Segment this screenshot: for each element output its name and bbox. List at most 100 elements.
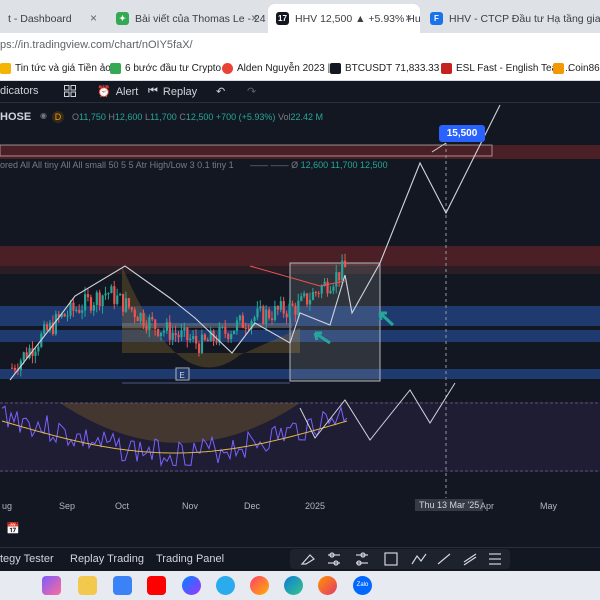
alert-button[interactable]: ⏰ Alert: [97, 85, 139, 99]
trading-panel-tab[interactable]: Trading Panel: [156, 553, 224, 565]
candle-body: [22, 352, 25, 361]
redo-icon[interactable]: ↷: [247, 85, 256, 98]
bookmark-label: BTCUSDT 71,833.33 ...: [345, 63, 451, 74]
candle-body: [157, 328, 160, 336]
indicators-button[interactable]: dicators: [0, 85, 39, 97]
candle-body: [84, 294, 87, 311]
tab-24hmoney[interactable]: ✦ Bài viết của Thomas Le - 24HM ×: [108, 4, 266, 33]
telegram-icon[interactable]: [216, 576, 235, 595]
eraser-icon[interactable]: [300, 554, 315, 565]
copilot-icon[interactable]: [42, 576, 61, 595]
time-axis[interactable]: ug Sep Oct Nov Dec 2025 Thu 13 Mar '25 A…: [0, 498, 600, 514]
bookmark-icon: [0, 63, 11, 74]
candle-body: [86, 294, 90, 298]
close-icon[interactable]: ×: [251, 11, 258, 25]
candle-body: [276, 306, 280, 310]
firefox-icon[interactable]: [318, 576, 337, 595]
candle-body: [122, 293, 125, 312]
zalo-icon[interactable]: Zalo: [353, 576, 372, 595]
undo-icon[interactable]: ↶: [216, 85, 225, 98]
ohlc-values: O11,750 H12,600 L11,700 C12,500 +700 (+5…: [72, 112, 323, 122]
bookmark-item[interactable]: ESL Fast - English Teac...: [441, 63, 571, 74]
bookmark-icon: [330, 63, 341, 74]
candle-body: [297, 300, 300, 315]
axis-label: 2025: [305, 501, 326, 511]
file-explorer-icon[interactable]: [78, 576, 97, 595]
candle-body: [256, 308, 259, 318]
bookmark-item[interactable]: Alden Nguyễn 2023 | ...: [222, 63, 341, 74]
close-icon[interactable]: ×: [405, 11, 412, 25]
eye-icon[interactable]: ◉: [40, 111, 47, 120]
bookmark-icon: [110, 63, 121, 74]
candle-body: [335, 272, 338, 287]
candle-body: [162, 330, 166, 333]
bookmark-item[interactable]: BTCUSDT 71,833.33 ...: [330, 63, 450, 74]
candle-body: [92, 305, 95, 311]
sliders-icon[interactable]: [356, 552, 368, 566]
tab-dashboard[interactable]: t - Dashboard ×: [0, 4, 105, 33]
tab-hhv-company[interactable]: F HHV - CTCP Đầu tư Hạ tầng gia: [422, 4, 600, 33]
bookmark-item[interactable]: Coin86 -: [553, 63, 600, 74]
axis-label: May: [540, 501, 558, 511]
tradingview-logo-icon: 17: [276, 12, 289, 25]
bookmark-item[interactable]: Tin tức và giá Tiền ảo ...: [0, 63, 122, 74]
path-tool-icon[interactable]: [411, 553, 427, 565]
alert-label: Alert: [115, 85, 139, 98]
replay-label: Replay: [162, 85, 198, 98]
candle-body: [165, 322, 169, 331]
candle-body: [344, 260, 347, 268]
adjust-icon[interactable]: [328, 552, 340, 566]
candle-body: [189, 338, 192, 341]
trend-line-tool-icon[interactable]: [437, 553, 451, 565]
axis-label: Sep: [59, 501, 76, 511]
target-price-label[interactable]: 15,500: [439, 125, 485, 142]
candle-body: [72, 302, 75, 311]
indicator-legend[interactable]: ored All All tiny All All small 50 5 5 A…: [0, 160, 388, 170]
layout-icon[interactable]: [64, 85, 76, 97]
favicon-icon: F: [430, 12, 443, 25]
candle-body: [63, 313, 66, 317]
candle-body: [291, 303, 294, 306]
candle-body: [148, 316, 151, 331]
indicator-values-prefix: —— —— Ø: [250, 160, 301, 170]
bookmark-icon: [222, 63, 233, 74]
candle-body: [192, 335, 195, 339]
candle-body: [89, 297, 93, 311]
tab-tradingview[interactable]: 17 HHV 12,500 ▲ +5.93% Huy Le ×: [268, 4, 420, 33]
candle-body: [69, 302, 72, 316]
candle-body: [303, 293, 306, 297]
candle-body: [282, 301, 285, 314]
rectangle-tool-icon[interactable]: [384, 552, 398, 566]
candle-body: [177, 335, 180, 338]
candle-body: [329, 290, 332, 294]
candle-body: [308, 299, 312, 305]
selection-box[interactable]: [289, 262, 381, 382]
fib-icon[interactable]: [489, 553, 501, 565]
candle-body: [224, 326, 227, 334]
replay-button[interactable]: ⏮ Replay: [148, 85, 197, 98]
candle-body: [200, 334, 204, 353]
bookmark-item[interactable]: 6 bước đầu tư Crypto ...: [110, 63, 232, 74]
candle-body: [98, 292, 101, 307]
candle-body: [95, 292, 98, 306]
edge-icon[interactable]: [284, 576, 303, 595]
replay-trading-tab[interactable]: Replay Trading: [70, 553, 144, 565]
parallel-channel-icon[interactable]: [463, 553, 477, 566]
youtube-icon[interactable]: [147, 576, 166, 595]
candle-body: [81, 310, 84, 313]
messenger-icon[interactable]: [182, 576, 201, 595]
strategy-tester-tab[interactable]: tegy Tester: [0, 553, 54, 565]
close-icon[interactable]: ×: [90, 11, 97, 25]
favicon-icon: ✦: [116, 12, 129, 25]
candle-body: [341, 260, 344, 281]
candle-body: [314, 292, 317, 294]
date-range-icon[interactable]: 📅: [6, 522, 20, 535]
replay-icon: ⏮: [148, 85, 158, 97]
indicator-settings: ored All All tiny All All small 50 5 5 A…: [0, 160, 234, 170]
app-icon[interactable]: [250, 576, 269, 595]
address-bar[interactable]: ps://in.tradingview.com/chart/nOIY5faX/: [0, 33, 600, 59]
store-icon[interactable]: [113, 576, 132, 595]
candle-body: [197, 343, 201, 353]
dividend-badge[interactable]: D: [52, 111, 64, 123]
bookmarks-bar: Tin tức và giá Tiền ảo ... 6 bước đầu tư…: [0, 59, 600, 81]
